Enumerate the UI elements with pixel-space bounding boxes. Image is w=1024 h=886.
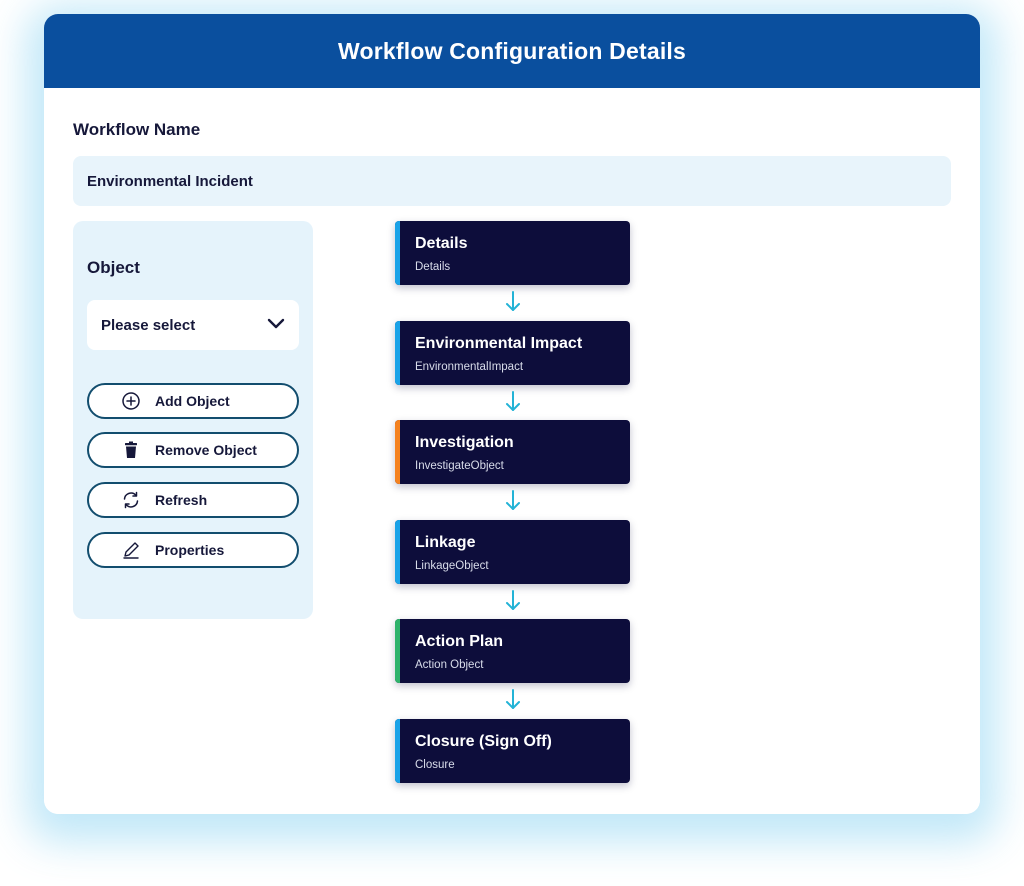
step-object-name: LinkageObject — [415, 560, 489, 572]
step-object-name: InvestigateObject — [415, 460, 504, 472]
workflow-step[interactable]: Environmental Impact EnvironmentalImpact — [395, 321, 630, 385]
add-object-button[interactable]: Add Object — [87, 383, 299, 419]
workflow-step[interactable]: Investigation InvestigateObject — [395, 420, 630, 484]
step-accent-bar — [395, 420, 400, 484]
step-title: Action Plan — [415, 633, 504, 650]
object-select[interactable]: Please select — [87, 300, 299, 350]
step-title: Investigation — [415, 434, 514, 451]
step-accent-bar — [395, 221, 400, 285]
workflow-step[interactable]: Linkage LinkageObject — [395, 520, 630, 584]
refresh-label: Refresh — [155, 492, 208, 508]
object-panel: Object Please select Add Object Remove O… — [73, 221, 313, 619]
workflow-name-field[interactable]: Environmental Incident — [73, 156, 951, 206]
workflow-step[interactable]: Details Details — [395, 221, 630, 285]
object-label: Object — [87, 258, 140, 277]
object-select-value: Please select — [101, 316, 196, 334]
step-object-name: EnvironmentalImpact — [415, 361, 524, 373]
workflow-step[interactable]: Closure (Sign Off) Closure — [395, 719, 630, 783]
refresh-button[interactable]: Refresh — [87, 482, 299, 518]
step-object-name: Details — [415, 261, 451, 273]
step-accent-bar — [395, 619, 400, 683]
arrow-down-icon — [506, 391, 520, 411]
arrow-down-icon — [506, 689, 520, 709]
properties-button[interactable]: Properties — [87, 532, 299, 568]
refresh-icon — [121, 490, 141, 510]
plus-circle-icon — [121, 391, 141, 411]
workflow-name-label: Workflow Name — [73, 120, 201, 139]
arrow-down-icon — [506, 490, 520, 510]
step-accent-bar — [395, 520, 400, 584]
trash-icon — [121, 440, 141, 460]
workflow-step[interactable]: Action Plan Action Object — [395, 619, 630, 683]
properties-label: Properties — [155, 542, 225, 558]
remove-object-label: Remove Object — [155, 442, 257, 458]
step-title: Details — [415, 235, 468, 252]
step-accent-bar — [395, 719, 400, 783]
page-title: Workflow Configuration Details — [337, 37, 687, 64]
workflow-config-card: Workflow Configuration Details Workflow … — [44, 14, 980, 814]
arrow-down-icon — [506, 291, 520, 311]
remove-object-button[interactable]: Remove Object — [87, 432, 299, 468]
step-title: Linkage — [415, 534, 476, 551]
pencil-icon — [121, 540, 141, 560]
step-object-name: Closure — [415, 759, 455, 771]
step-title: Closure (Sign Off) — [415, 733, 552, 750]
arrow-down-icon — [506, 590, 520, 610]
chevron-down-icon — [267, 317, 285, 334]
card-header: Workflow Configuration Details — [44, 14, 980, 88]
step-accent-bar — [395, 321, 400, 385]
step-title: Environmental Impact — [415, 335, 583, 352]
step-object-name: Action Object — [415, 659, 484, 671]
add-object-label: Add Object — [155, 393, 230, 409]
